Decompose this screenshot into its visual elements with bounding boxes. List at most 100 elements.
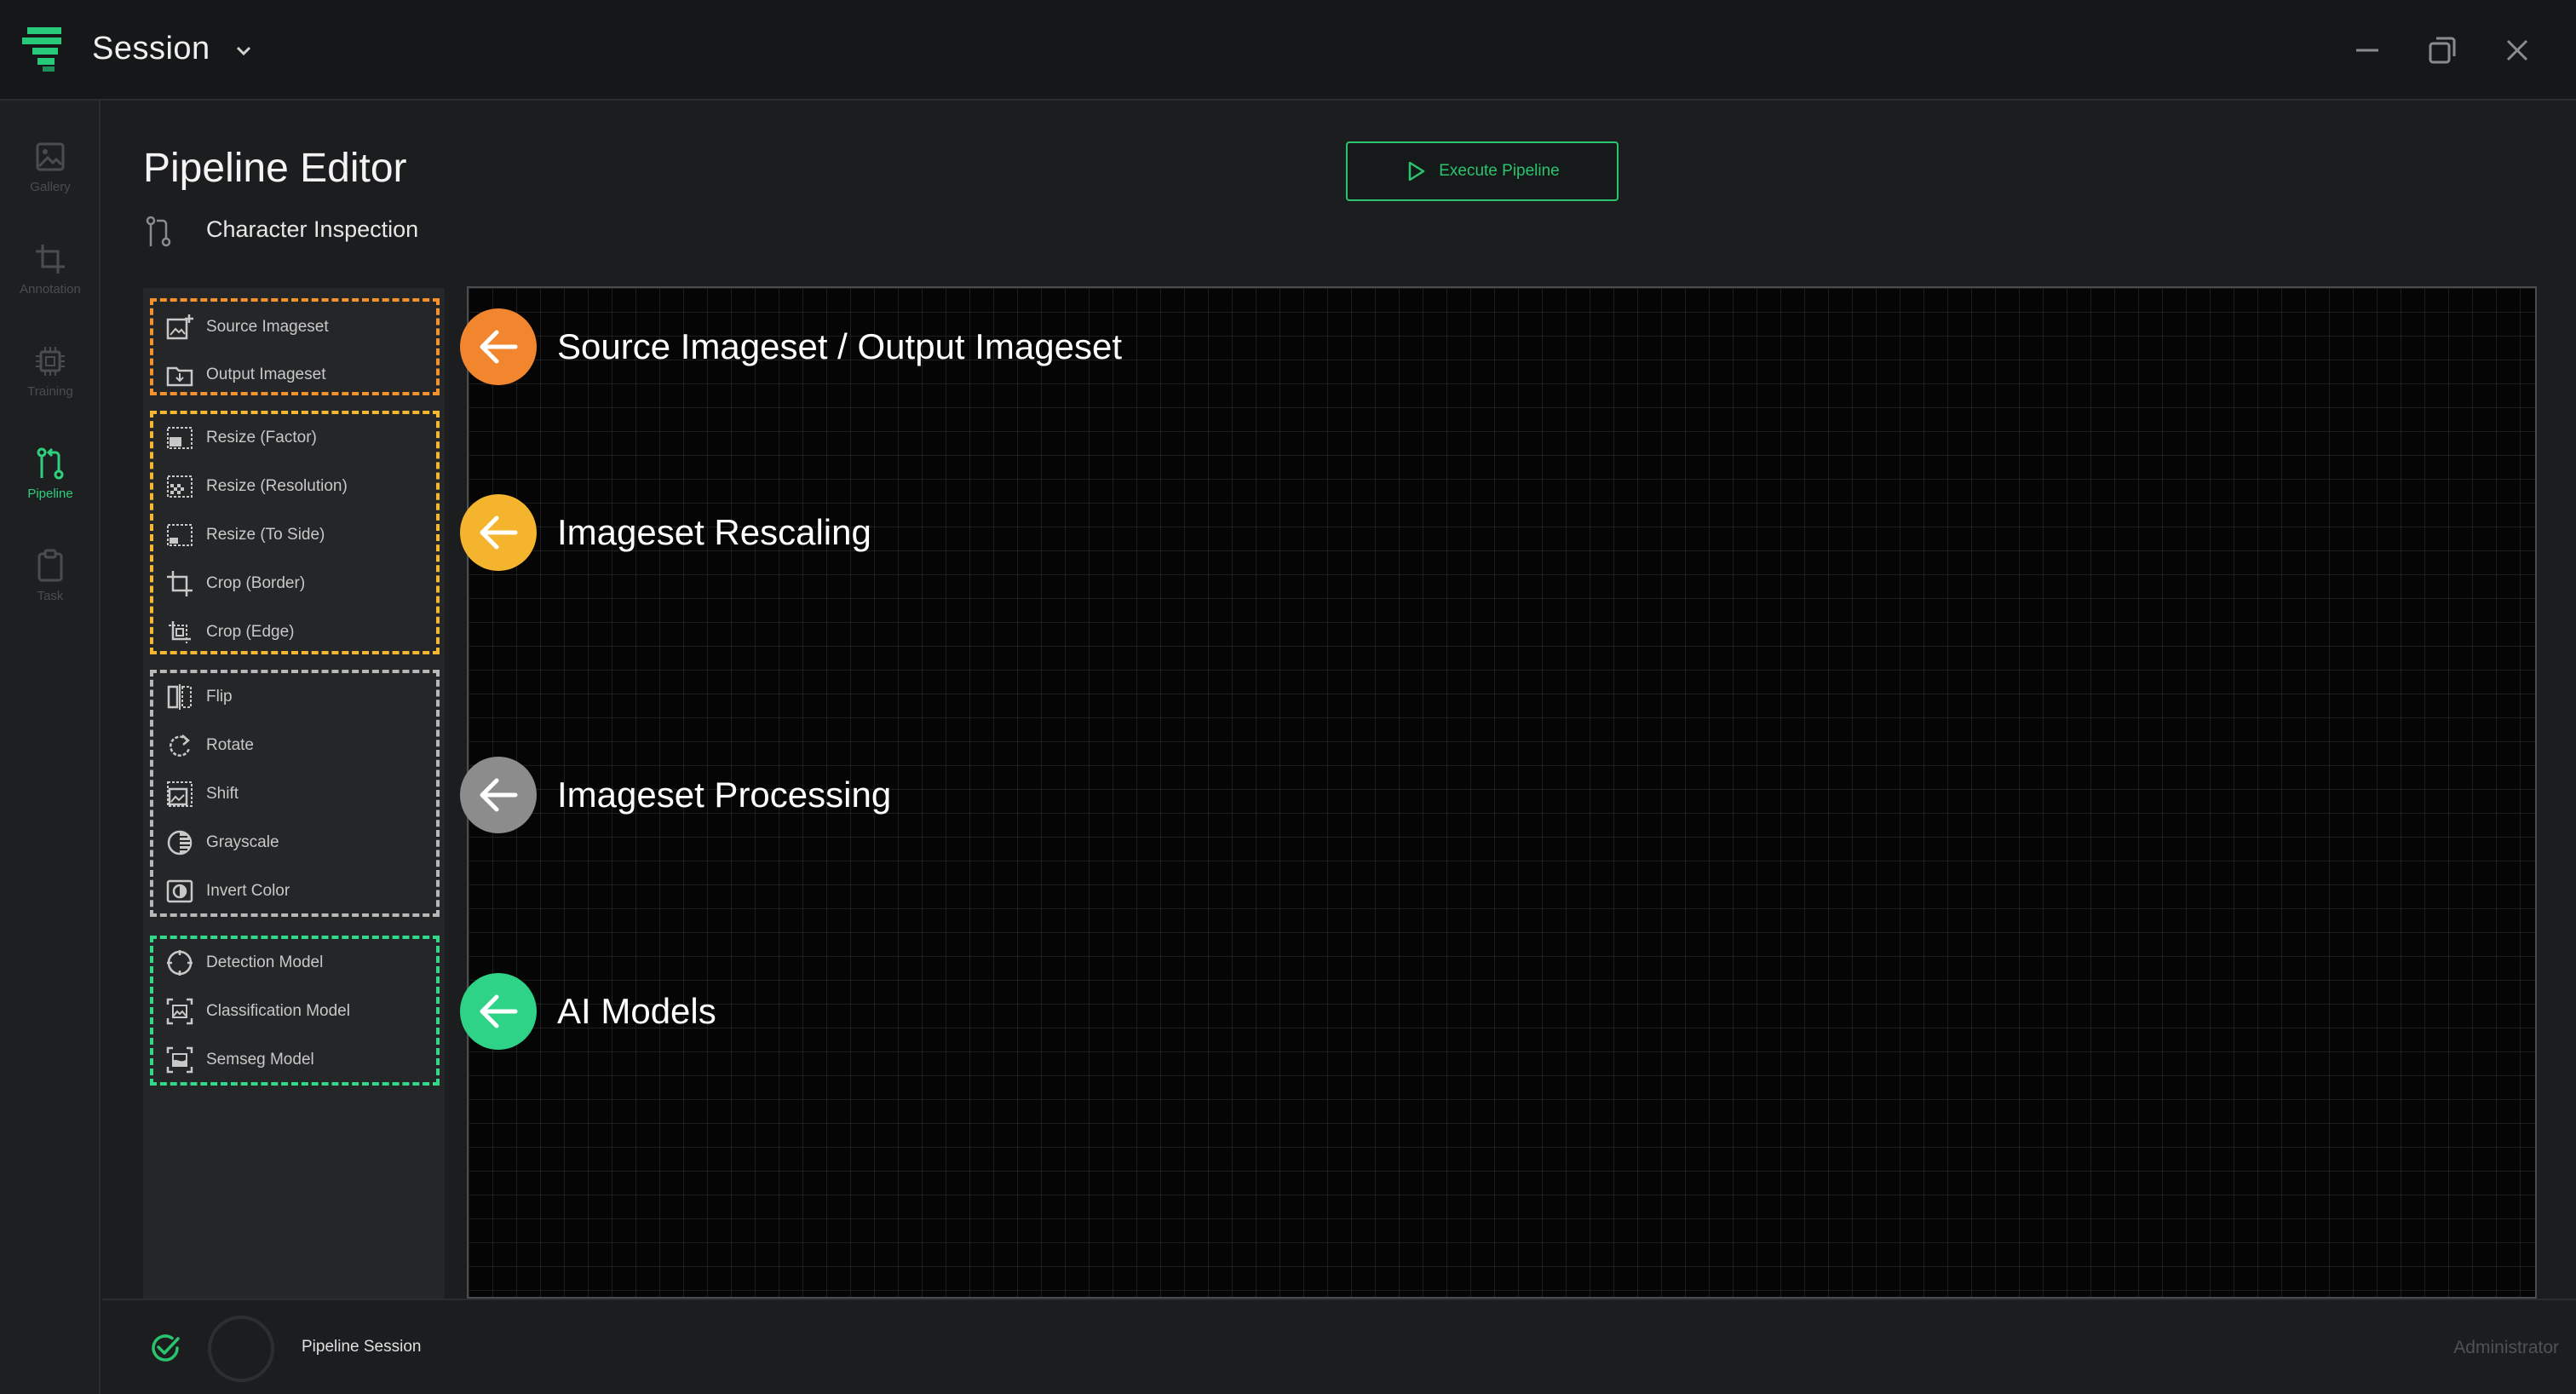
crop-border-icon <box>167 571 193 596</box>
shift-icon <box>167 781 193 807</box>
chip-icon <box>36 346 65 376</box>
palette-item-resize-to-side[interactable]: Resize (To Side) <box>153 511 443 559</box>
palette-label: Rotate <box>206 736 254 754</box>
rotate-icon <box>170 734 191 757</box>
palette-item-detection-model[interactable]: Detection Model <box>153 939 443 987</box>
nav-label-pipeline: Pipeline <box>27 486 73 501</box>
resize-side-icon <box>167 524 193 546</box>
palette-item-crop-border[interactable]: Crop (Border) <box>153 560 443 608</box>
palette-item-output-imageset[interactable]: Output Imageset <box>153 351 443 399</box>
nav-item-task[interactable]: Task <box>0 528 101 622</box>
execute-pipeline-label: Execute Pipeline <box>1439 162 1560 180</box>
semseg-icon <box>166 1046 193 1074</box>
title-bar: Session <box>0 0 2576 101</box>
node-palette: Source Imageset Output Imageset Resize (… <box>143 288 445 1299</box>
grayscale-icon <box>167 830 193 855</box>
crop-icon <box>36 244 65 274</box>
app-window: Session Gallery Annotation Training Pipe… <box>0 0 2576 1394</box>
flip-icon <box>167 684 192 710</box>
pipeline-icon <box>37 447 64 479</box>
nav-label-task: Task <box>37 588 64 603</box>
palette-label: Crop (Edge) <box>206 623 295 641</box>
palette-item-resize-factor[interactable]: Resize (Factor) <box>153 414 443 462</box>
page-title: Pipeline Editor <box>143 146 407 191</box>
nav-label-annotation: Annotation <box>20 281 81 297</box>
clipboard-icon <box>37 549 63 581</box>
resize-factor-icon <box>167 427 193 449</box>
nav-item-training[interactable]: Training <box>0 324 101 418</box>
palette-item-source-imageset[interactable]: Source Imageset <box>153 303 443 351</box>
nav-label-training: Training <box>27 383 73 399</box>
close-icon[interactable] <box>2498 31 2537 70</box>
palette-item-semseg-model[interactable]: Semseg Model <box>153 1036 443 1084</box>
annotation-text: AI Models <box>557 991 716 1031</box>
palette-label: Crop (Border) <box>206 574 306 592</box>
detection-icon <box>167 950 193 976</box>
annotation-source-output: Source Imageset / Output Imageset <box>460 308 1122 385</box>
arrow-left-badge <box>460 757 537 833</box>
session-status-text: Pipeline Session <box>302 1338 422 1356</box>
palette-item-resize-resolution[interactable]: Resize (Resolution) <box>153 463 443 510</box>
annotation-ai-models: AI Models <box>460 973 716 1050</box>
restore-icon[interactable] <box>2423 31 2462 70</box>
palette-label: Detection Model <box>206 953 324 971</box>
palette-item-crop-edge[interactable]: Crop (Edge) <box>153 608 443 656</box>
palette-item-rotate[interactable]: Rotate <box>153 722 443 769</box>
annotation-text: Imageset Processing <box>557 775 892 815</box>
chevron-down-icon[interactable] <box>232 39 256 63</box>
palette-label: Grayscale <box>206 833 279 851</box>
arrow-left-icon <box>480 330 518 364</box>
palette-label: Classification Model <box>206 1002 350 1020</box>
arrow-left-icon <box>480 516 518 550</box>
check-circle-icon <box>152 1334 180 1362</box>
group-ai-models: Detection Model Classification Model Sem… <box>150 936 440 1086</box>
palette-label: Flip <box>206 688 233 706</box>
arrow-left-badge <box>460 494 537 571</box>
nav-label-gallery: Gallery <box>30 179 71 194</box>
crop-edge-icon <box>169 621 191 643</box>
classification-icon <box>166 998 193 1025</box>
left-nav: Gallery Annotation Training Pipeline Tas… <box>0 101 101 1394</box>
nav-item-gallery[interactable]: Gallery <box>0 119 101 213</box>
palette-item-grayscale[interactable]: Grayscale <box>153 819 443 867</box>
progress-ring <box>208 1316 274 1382</box>
arrow-left-badge <box>460 308 537 385</box>
status-bar: Pipeline Session Administrator <box>102 1299 2576 1394</box>
palette-label: Resize (Factor) <box>206 429 317 446</box>
user-name[interactable]: Administrator <box>2453 1338 2559 1358</box>
palette-item-flip[interactable]: Flip <box>153 673 443 721</box>
breadcrumb[interactable]: Character Inspection <box>206 216 418 243</box>
palette-label: Output Imageset <box>206 366 326 383</box>
palette-item-invert-color[interactable]: Invert Color <box>153 867 443 915</box>
group-rescaling: Resize (Factor) Resize (Resolution) Resi… <box>150 411 440 654</box>
pipeline-breadcrumb-icon <box>146 216 171 247</box>
resize-resolution-icon <box>167 475 193 498</box>
annotation-rescaling: Imageset Rescaling <box>460 494 871 571</box>
invert-icon <box>166 879 193 903</box>
app-logo-icon <box>22 27 61 72</box>
palette-label: Resize (To Side) <box>206 526 325 544</box>
play-icon <box>1408 161 1425 181</box>
image-icon <box>36 142 65 170</box>
folder-out-icon <box>166 366 193 387</box>
execute-pipeline-button[interactable]: Execute Pipeline <box>1346 141 1619 201</box>
arrow-left-icon <box>480 778 518 812</box>
arrow-left-icon <box>480 994 518 1028</box>
nav-item-pipeline[interactable]: Pipeline <box>0 426 101 520</box>
annotation-text: Imageset Rescaling <box>557 512 871 552</box>
session-title[interactable]: Session <box>92 31 210 67</box>
image-add-icon <box>166 314 193 340</box>
group-source-output: Source Imageset Output Imageset <box>150 298 440 395</box>
palette-label: Resize (Resolution) <box>206 477 348 495</box>
palette-label: Invert Color <box>206 882 290 900</box>
palette-item-classification-model[interactable]: Classification Model <box>153 988 443 1035</box>
annotation-text: Source Imageset / Output Imageset <box>557 326 1123 366</box>
palette-label: Source Imageset <box>206 318 329 336</box>
palette-label: Shift <box>206 785 239 803</box>
palette-item-shift[interactable]: Shift <box>153 770 443 818</box>
annotation-processing: Imageset Processing <box>460 757 891 833</box>
group-processing: Flip Rotate Shift Grayscale Invert Color <box>150 670 440 917</box>
nav-item-annotation[interactable]: Annotation <box>0 222 101 315</box>
minimize-icon[interactable] <box>2348 31 2387 70</box>
palette-label: Semseg Model <box>206 1051 314 1069</box>
